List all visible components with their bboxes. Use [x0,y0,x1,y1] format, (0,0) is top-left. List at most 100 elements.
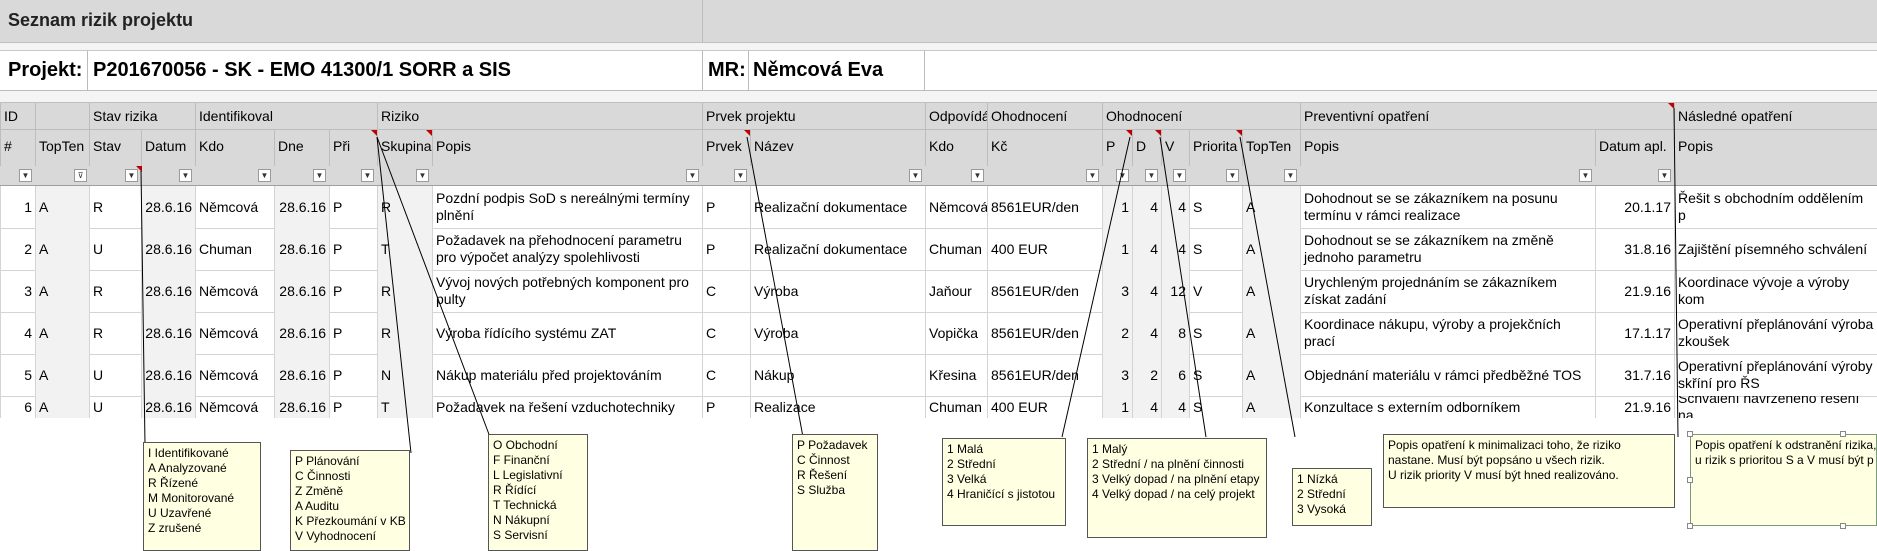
col-header-prvek[interactable]: Prvek [702,130,750,166]
table-cell[interactable]: 20.1.17 [1595,186,1674,228]
table-cell[interactable]: Objednání materiálu v rámci předběžné TO… [1300,354,1595,396]
table-cell[interactable]: P [329,270,377,312]
table-cell[interactable]: P [329,354,377,396]
table-cell[interactable]: P [329,396,377,418]
table-cell[interactable]: P [329,228,377,270]
table-cell[interactable]: 8561EUR/den [987,312,1102,354]
filter-dropdown-icon[interactable]: ▼ [1116,169,1129,182]
comment-marker-icon[interactable] [744,130,750,136]
filter-dropdown-icon[interactable]: ▼ [909,169,922,182]
col-header-popis[interactable]: Popis [432,130,702,166]
resize-handle[interactable] [1840,431,1846,437]
filter-dropdown-icon[interactable]: ▼ [734,169,747,182]
table-cell[interactable]: Operativní přeplánování výroba zkoušek [1674,312,1877,354]
filter-dropdown-icon[interactable]: ▼ [1145,169,1158,182]
table-cell[interactable]: 4 [0,312,35,354]
col-header-skupina[interactable]: Skupina [377,130,432,166]
table-cell[interactable]: Konzultace s externím odborníkem [1300,396,1595,418]
table-cell[interactable]: T [377,228,432,270]
col-header-kc[interactable]: Kč [987,130,1102,166]
resize-handle[interactable] [1687,431,1693,437]
table-cell[interactable]: Němcová [195,312,274,354]
filter-dropdown-icon[interactable]: ▼ [361,169,374,182]
table-cell[interactable]: P [329,186,377,228]
filter-dropdown-icon[interactable]: ▼ [1579,169,1592,182]
table-cell[interactable]: 4 [1132,270,1161,312]
table-cell[interactable]: 400 EUR [987,228,1102,270]
table-cell[interactable]: 28.6.16 [141,396,195,418]
table-cell[interactable]: P [702,396,750,418]
table-cell[interactable]: 21.9.16 [1595,396,1674,418]
table-cell[interactable]: 4 [1132,312,1161,354]
table-cell[interactable]: 17.1.17 [1595,312,1674,354]
table-cell[interactable]: 28.6.16 [141,186,195,228]
table-cell[interactable]: Němcová [195,354,274,396]
table-cell[interactable]: A [35,312,89,354]
table-cell[interactable]: Němcová [925,186,987,228]
col-header-kdo[interactable]: Kdo [195,130,274,166]
table-cell[interactable]: Realizační dokumentace [750,186,925,228]
table-cell[interactable]: U [89,228,141,270]
table-cell[interactable]: 28.6.16 [274,354,329,396]
table-cell[interactable]: R [89,312,141,354]
table-cell[interactable]: 28.6.16 [141,228,195,270]
table-cell[interactable]: U [89,354,141,396]
filter-dropdown-icon[interactable]: ▼ [19,169,32,182]
table-cell[interactable]: 28.6.16 [141,354,195,396]
table-cell[interactable]: Urychleným projednáním se zákazníkem zís… [1300,270,1595,312]
table-cell[interactable]: S [1189,186,1242,228]
table-cell[interactable]: Výroba [750,312,925,354]
col-header-popis-prev[interactable]: Popis [1300,130,1595,166]
comment-note-preventivni[interactable]: Popis opatření k minimalizaci toho, že r… [1383,434,1675,508]
table-cell[interactable]: 1 [0,186,35,228]
table-cell[interactable]: Realizační dokumentace [750,228,925,270]
comment-marker-icon[interactable] [1126,130,1132,136]
table-cell[interactable]: Chuman [195,228,274,270]
table-cell[interactable]: 400 EUR [987,396,1102,418]
table-cell[interactable]: P [702,186,750,228]
comment-marker-icon[interactable] [1155,130,1161,136]
table-cell[interactable]: Němcová [195,270,274,312]
table-cell[interactable]: Operativní přeplánování výroby skříní pr… [1674,354,1877,396]
table-cell[interactable]: 8561EUR/den [987,186,1102,228]
table-cell[interactable]: 21.9.16 [1595,270,1674,312]
table-cell[interactable]: 4 [1161,228,1189,270]
table-cell[interactable]: 4 [1161,186,1189,228]
table-cell[interactable]: V [1189,270,1242,312]
table-cell[interactable]: S [1189,354,1242,396]
table-cell[interactable]: 6 [0,396,35,418]
col-header-pri[interactable]: Při [329,130,377,166]
col-header-kdo-odp[interactable]: Kdo [925,130,987,166]
table-cell[interactable]: Křesina [925,354,987,396]
table-cell[interactable]: Požadavek na řešení vzduchotechniky [432,396,702,418]
table-cell[interactable]: 4 [1161,396,1189,418]
comment-note-pri[interactable]: P Plánování C Činnosti Z Změně A Auditu K Př… [290,450,410,551]
col-header-num[interactable]: # [0,130,35,166]
table-cell[interactable]: Schválení navrženého řešení na [1674,396,1877,418]
table-cell[interactable]: S [1189,312,1242,354]
table-cell[interactable]: T [377,396,432,418]
table-cell[interactable]: 1 [1102,186,1132,228]
filter-dropdown-icon[interactable]: ▼ [313,169,326,182]
table-cell[interactable]: 3 [1102,270,1132,312]
filter-dropdown-icon[interactable]: ▼ [1173,169,1186,182]
table-cell[interactable]: 6 [1161,354,1189,396]
table-cell[interactable]: Koordinace nákupu, výroby a projekčních … [1300,312,1595,354]
table-cell[interactable]: Požadavek na přehodnocení parametru pro … [432,228,702,270]
table-cell[interactable]: 28.6.16 [274,228,329,270]
col-header-nazev[interactable]: Název [750,130,925,166]
table-cell[interactable]: Němcová [195,186,274,228]
table-cell[interactable]: Němcová [195,396,274,418]
table-cell[interactable]: 4 [1132,186,1161,228]
table-cell[interactable]: P [329,312,377,354]
table-cell[interactable]: Výroba [750,270,925,312]
col-header-priorita[interactable]: Priorita [1189,130,1242,166]
col-header-v[interactable]: V [1161,130,1189,166]
col-header-dne[interactable]: Dne [274,130,329,166]
filter-dropdown-icon[interactable]: ▼ [1086,169,1099,182]
resize-handle[interactable] [1687,477,1693,483]
table-cell[interactable]: 4 [1132,396,1161,418]
table-cell[interactable]: 2 [1102,312,1132,354]
comment-note-p[interactable]: 1 Malá 2 Střední 3 Velká 4 Hraničící s jist… [942,438,1066,526]
table-cell[interactable]: 3 [0,270,35,312]
